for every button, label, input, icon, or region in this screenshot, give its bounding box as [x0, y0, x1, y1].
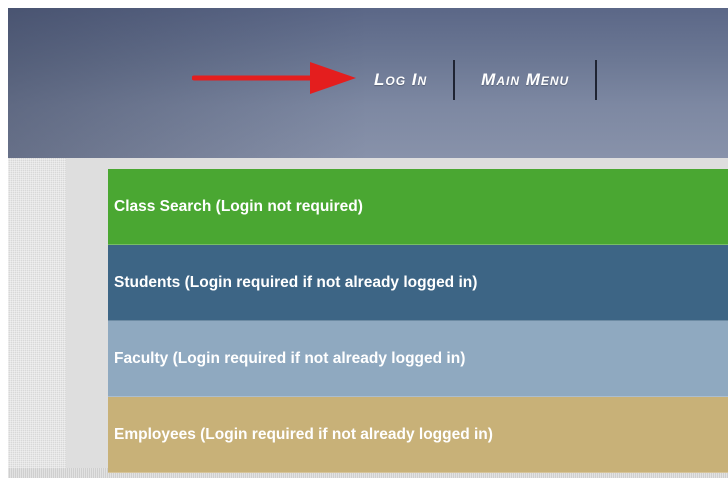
menu-item-students[interactable]: Students (Login required if not already … — [108, 245, 728, 321]
menu-item-employees[interactable]: Employees (Login required if not already… — [108, 397, 728, 473]
login-link[interactable]: Log In — [348, 70, 453, 90]
menu-item-faculty[interactable]: Faculty (Login required if not already l… — [108, 321, 728, 397]
menu-item-label: Employees (Login required if not already… — [114, 425, 493, 443]
menu-list: Class Search (Login not required) Studen… — [108, 169, 728, 473]
arrow-right-icon — [192, 62, 356, 94]
menu-item-label: Class Search (Login not required) — [114, 197, 363, 215]
top-nav: Log In Main Menu — [348, 58, 598, 102]
main-menu-link[interactable]: Main Menu — [455, 70, 595, 90]
header-banner: Log In Main Menu — [8, 8, 728, 158]
page-frame: Log In Main Menu Class Search (Login not… — [8, 8, 728, 478]
nav-divider — [595, 60, 598, 100]
menu-item-class-search[interactable]: Class Search (Login not required) — [108, 169, 728, 245]
left-gutter — [8, 158, 66, 468]
content-area: Class Search (Login not required) Studen… — [8, 158, 728, 478]
menu-item-label: Students (Login required if not already … — [114, 273, 478, 291]
menu-item-label: Faculty (Login required if not already l… — [114, 349, 466, 367]
